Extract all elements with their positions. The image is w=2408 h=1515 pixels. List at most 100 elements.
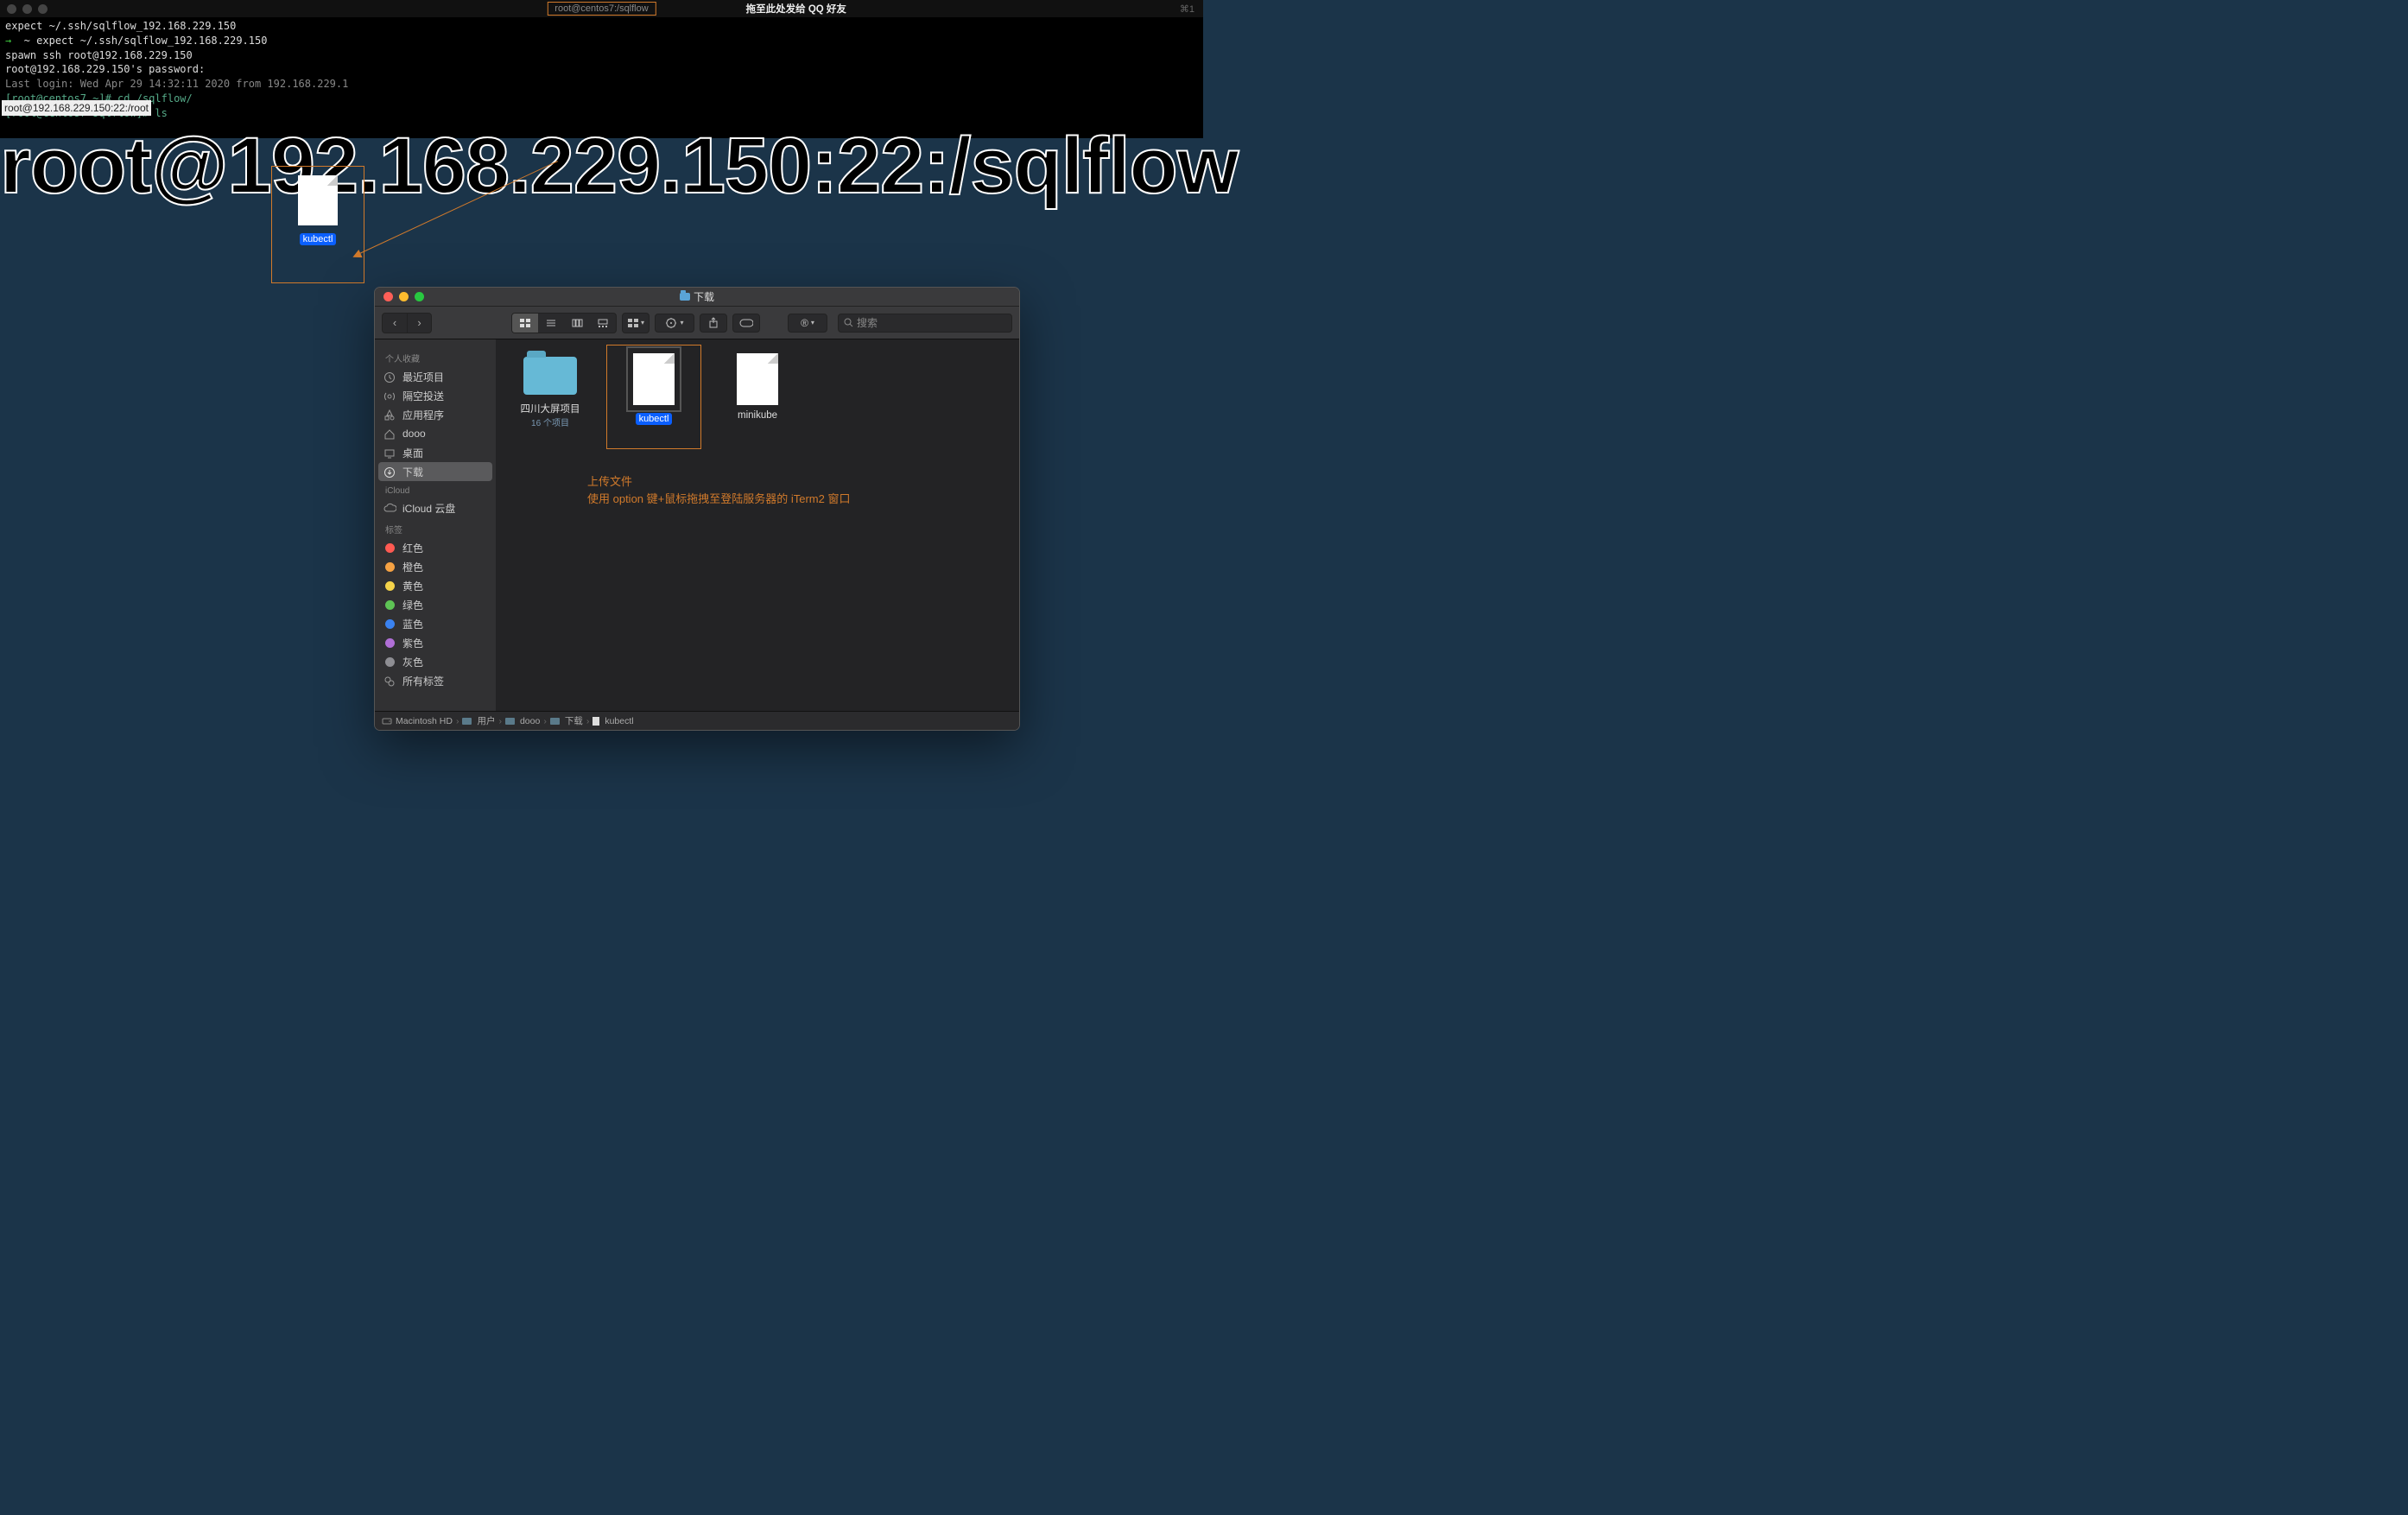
term-line: [root@centos7 sqlflow]# ls [5,106,1198,121]
path-segment[interactable]: Macintosh HD [396,716,453,726]
search-icon [844,318,853,327]
finder-titlebar[interactable]: 下载 [375,288,1019,307]
minimize-icon[interactable] [399,292,409,301]
folder-icon [462,718,472,725]
overlay-text: root@192.168.229.150:22:/sqlflow [0,121,1238,212]
tag-dot [385,657,395,667]
section-favorites: 个人收藏 [375,346,496,367]
finder-sidebar: 个人收藏 最近项目 隔空投送 应用程序 dooo 桌面 下载 iCloud iC… [375,339,496,711]
ssh-tooltip: root@192.168.229.150:22:/root [2,100,151,116]
file-item[interactable]: minikube [717,352,798,428]
terminal-body[interactable]: expect ~/.ssh/sqlflow_192.168.229.150 → … [0,17,1203,123]
dragged-file-preview[interactable]: kubectl [278,173,358,276]
back-button[interactable]: ‹ [383,314,407,333]
term-line: → ~ → ~ expect ~/.ssh/sqlflow_192.168.22… [5,34,1198,48]
sidebar-tag-green[interactable]: 绿色 [375,595,496,614]
finder-pathbar: Macintosh HD › 用户 › dooo › 下载 › kubectl [375,711,1019,730]
desktop-icon [383,447,396,459]
finder-window: 下载 ‹ › ▾ ▾ ® ▾ 搜索 个人收藏 [375,288,1019,730]
sidebar-item-applications[interactable]: 应用程序 [375,405,496,424]
folder-icon [523,357,577,395]
folder-icon [505,718,515,725]
sidebar-tag-orange[interactable]: 橙色 [375,557,496,576]
gallery-view-button[interactable] [590,314,616,333]
section-tags: 标签 [375,517,496,538]
highlight-box: kubectl [271,166,364,283]
file-icon [592,717,599,726]
share-button[interactable] [700,314,727,333]
clock-icon [383,371,396,383]
path-segment[interactable]: 用户 [477,714,495,727]
cloud-icon [383,503,396,514]
dropdown-button[interactable]: ® ▾ [788,314,827,333]
tag-dot [385,581,395,591]
icon-view-button[interactable] [512,314,538,333]
airdrop-icon [383,390,396,402]
section-icloud: iCloud [375,481,496,498]
search-placeholder: 搜索 [857,315,878,330]
disk-icon [382,717,392,726]
shortcut-indicator: ⌘1 [1180,3,1194,15]
sidebar-tag-blue[interactable]: 蓝色 [375,614,496,633]
file-item-selected[interactable]: kubectl [613,352,694,428]
sidebar-all-tags[interactable]: 所有标签 [375,671,496,690]
term-line: expect ~/.ssh/sqlflow_192.168.229.150 [5,19,1198,34]
term-line: root@192.168.229.150's password: [5,62,1198,77]
column-view-button[interactable] [564,314,590,333]
tag-dot [385,562,395,572]
path-segment[interactable]: 下载 [565,714,583,727]
finder-content[interactable]: 四川大屏项目 16 个项目 kubectl minikube [496,339,1019,711]
download-icon [383,466,396,478]
term-line: spawn ssh root@192.168.229.150 [5,48,1198,63]
close-icon[interactable] [383,292,393,301]
search-input[interactable]: 搜索 [838,314,1012,333]
term-line: [root@centos7 ~]# cd /sqlflow/ [5,92,1198,106]
forward-button[interactable]: › [407,314,431,333]
apps-icon [383,409,396,421]
file-icon [633,353,675,405]
sidebar-tag-purple[interactable]: 紫色 [375,633,496,652]
finder-toolbar: ‹ › ▾ ▾ ® ▾ 搜索 [375,307,1019,339]
folder-icon [550,718,560,725]
sidebar-tag-red[interactable]: 红色 [375,538,496,557]
folder-icon [680,293,690,301]
sidebar-item-desktop[interactable]: 桌面 [375,443,496,462]
term-line: Last login: Wed Apr 29 14:32:11 2020 fro… [5,77,1198,92]
file-icon [298,175,338,225]
item-subtitle: 16 个项目 [510,415,591,428]
annotation-text: 上传文件 使用 option 键+鼠标拖拽至登陆服务器的 iTerm2 窗口 [587,473,850,507]
action-menu-button[interactable]: ▾ [655,314,694,333]
tag-dot [385,619,395,629]
path-segment[interactable]: dooo [520,716,540,726]
sidebar-tag-gray[interactable]: 灰色 [375,652,496,671]
arrange-button[interactable]: ▾ [623,314,649,333]
qq-drop-hint: 拖至此处发给 QQ 好友 [746,2,846,16]
terminal-window: root@centos7:/sqlflow 拖至此处发给 QQ 好友 ⌘1 ex… [0,0,1203,138]
sidebar-item-icloud[interactable]: iCloud 云盘 [375,498,496,517]
terminal-titlebar[interactable]: root@centos7:/sqlflow 拖至此处发给 QQ 好友 ⌘1 [0,0,1203,17]
path-segment[interactable]: kubectl [605,716,633,726]
sidebar-item-recents[interactable]: 最近项目 [375,367,496,386]
zoom-icon[interactable] [38,4,48,14]
list-view-button[interactable] [538,314,564,333]
all-tags-icon [383,675,396,687]
sidebar-item-home[interactable]: dooo [375,424,496,443]
tag-dot [385,543,395,553]
tag-dot [385,638,395,648]
terminal-title: root@centos7:/sqlflow [547,2,656,16]
close-icon[interactable] [7,4,16,14]
folder-item[interactable]: 四川大屏项目 16 个项目 [510,352,591,428]
tags-button[interactable] [732,314,760,333]
zoom-icon[interactable] [415,292,424,301]
item-name: minikube [717,410,798,421]
item-name: 四川大屏项目 [510,402,591,415]
sidebar-item-airdrop[interactable]: 隔空投送 [375,386,496,405]
minimize-icon[interactable] [22,4,32,14]
sidebar-tag-yellow[interactable]: 黄色 [375,576,496,595]
home-icon [383,428,396,440]
sidebar-item-downloads[interactable]: 下载 [378,462,492,481]
file-icon [737,353,778,405]
tag-dot [385,600,395,610]
finder-title: 下载 [680,289,714,304]
dragged-file-name: kubectl [300,233,337,245]
